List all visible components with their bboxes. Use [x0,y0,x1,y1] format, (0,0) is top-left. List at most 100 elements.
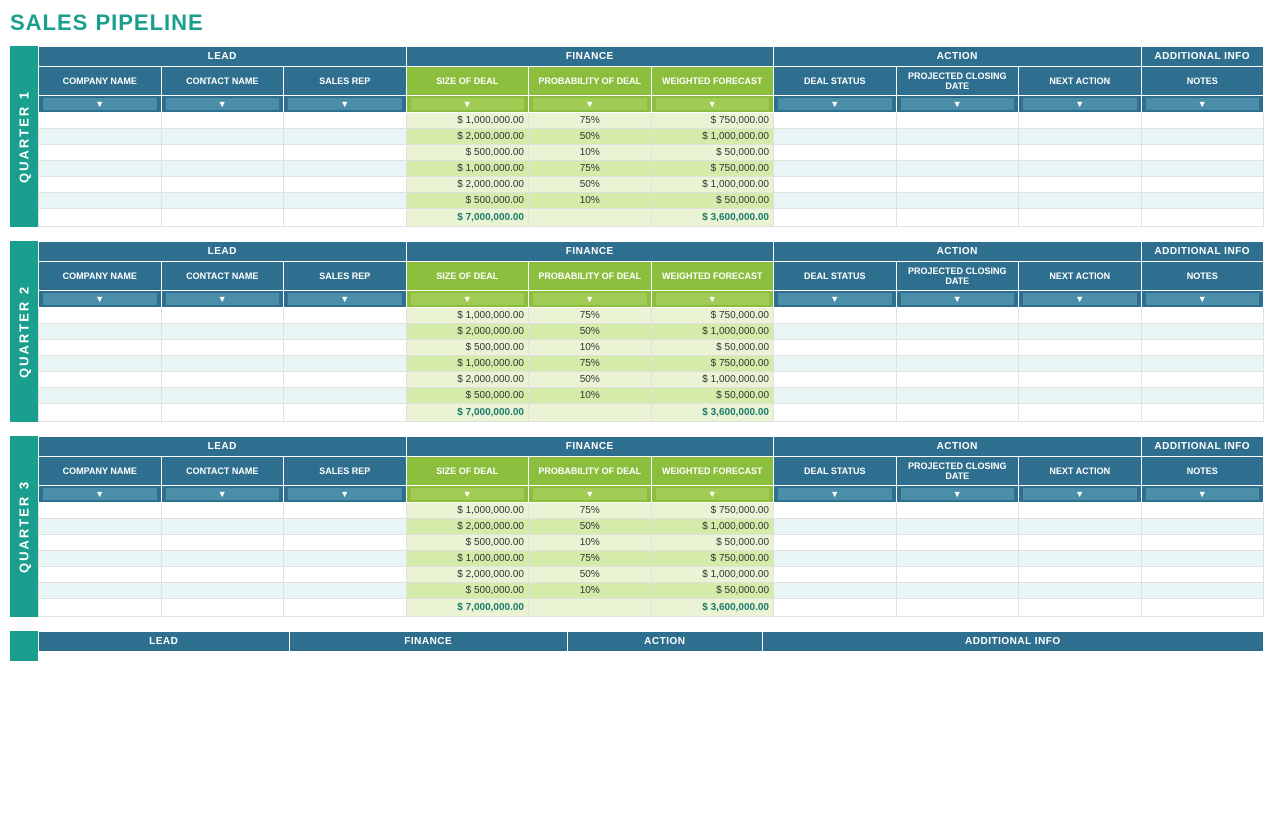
quarter-3-section: QUARTER 3 LEAD FINANCE ACTION ADDITIONAL… [10,436,1264,617]
lead-header-q2: LEAD [39,242,407,262]
dropdown-btn-q2-c6[interactable]: ▼ [778,293,892,305]
company-cell-q3-r0 [39,503,162,519]
dropdown-cell-q1-c0[interactable]: ▼ [39,96,162,113]
dropdown-cell-q1-c3[interactable]: ▼ [406,96,529,113]
dropdown-cell-q3-c5[interactable]: ▼ [651,486,774,503]
dropdown-btn-q1-c0[interactable]: ▼ [43,98,157,110]
dropdown-btn-q3-c4[interactable]: ▼ [533,488,647,500]
dropdown-btn-q2-c4[interactable]: ▼ [533,293,647,305]
dealstatus-cell-q1-r3 [774,161,897,177]
data-row-q3-r0: $ 1,000,000.00 75% $ 750,000.00 [39,503,1264,519]
dropdown-btn-q1-c7[interactable]: ▼ [901,98,1015,110]
salesrep-cell-q3-r5 [284,583,407,599]
dropdown-btn-q1-c6[interactable]: ▼ [778,98,892,110]
dropdown-btn-q2-c1[interactable]: ▼ [166,293,280,305]
dropdown-btn-q2-c7[interactable]: ▼ [901,293,1015,305]
dropdown-cell-q3-c0[interactable]: ▼ [39,486,162,503]
dropdown-btn-q3-c6[interactable]: ▼ [778,488,892,500]
dropdown-btn-q2-c3[interactable]: ▼ [411,293,525,305]
dropdown-cell-q1-c6[interactable]: ▼ [774,96,897,113]
size-cell-q2-r5: $ 500,000.00 [406,388,529,404]
dropdown-cell-q3-c4[interactable]: ▼ [529,486,652,503]
dropdown-cell-q3-c2[interactable]: ▼ [284,486,407,503]
data-row-q3-r4: $ 2,000,000.00 50% $ 1,000,000.00 [39,567,1264,583]
salesrep-cell-q1-r0 [284,113,407,129]
projclose-cell-q1-r1 [896,129,1019,145]
dropdown-btn-q1-c2[interactable]: ▼ [288,98,402,110]
probability-header-q1: PROBABILITY OF DEAL [529,67,652,96]
company-name-header-q1: COMPANY NAME [39,67,162,96]
dropdown-cell-q1-c2[interactable]: ▼ [284,96,407,113]
projclose-cell-q3-r5 [896,583,1019,599]
prob-cell-q3-r2: 10% [529,535,652,551]
dropdown-cell-q2-c1[interactable]: ▼ [161,291,284,308]
dropdown-cell-q1-c9[interactable]: ▼ [1141,96,1264,113]
projclose-cell-q1-r3 [896,161,1019,177]
dropdown-cell-q1-c1[interactable]: ▼ [161,96,284,113]
dropdown-cell-q3-c9[interactable]: ▼ [1141,486,1264,503]
notes-header-q1: NOTES [1141,67,1264,96]
dropdown-cell-q2-c4[interactable]: ▼ [529,291,652,308]
salesrep-cell-q3-r0 [284,503,407,519]
data-row-q2-r0: $ 1,000,000.00 75% $ 750,000.00 [39,308,1264,324]
dropdown-cell-q3-c6[interactable]: ▼ [774,486,897,503]
dropdown-btn-q2-c5[interactable]: ▼ [656,293,770,305]
data-row-q2-r2: $ 500,000.00 10% $ 50,000.00 [39,340,1264,356]
dropdown-btn-q3-c0[interactable]: ▼ [43,488,157,500]
dropdown-btn-q2-c8[interactable]: ▼ [1023,293,1137,305]
dropdown-btn-q3-c8[interactable]: ▼ [1023,488,1137,500]
company-cell-q2-r3 [39,356,162,372]
dropdown-cell-q2-c2[interactable]: ▼ [284,291,407,308]
data-row-q3-r5: $ 500,000.00 10% $ 50,000.00 [39,583,1264,599]
contact-cell-q3-r0 [161,503,284,519]
dropdown-cell-q1-c7[interactable]: ▼ [896,96,1019,113]
dropdown-cell-q2-c7[interactable]: ▼ [896,291,1019,308]
dropdown-cell-q3-c8[interactable]: ▼ [1019,486,1142,503]
dealstatus-cell-q3-r4 [774,567,897,583]
dropdown-btn-q2-c9[interactable]: ▼ [1146,293,1260,305]
contact-cell-q3-r2 [161,535,284,551]
dropdown-btn-q3-c9[interactable]: ▼ [1146,488,1260,500]
dropdown-btn-q3-c1[interactable]: ▼ [166,488,280,500]
dropdown-btn-q1-c5[interactable]: ▼ [656,98,770,110]
notes-header-q3: NOTES [1141,457,1264,486]
wf-cell-q1-r4: $ 1,000,000.00 [651,177,774,193]
nextaction-cell-q1-r2 [1019,145,1142,161]
dropdown-cell-q3-c7[interactable]: ▼ [896,486,1019,503]
weighted-forecast-header-q1: WEIGHTED FORECAST [651,67,774,96]
dropdown-btn-q1-c3[interactable]: ▼ [411,98,525,110]
salesrep-cell-q1-r3 [284,161,407,177]
dropdown-btn-q3-c7[interactable]: ▼ [901,488,1015,500]
dropdown-cell-q1-c5[interactable]: ▼ [651,96,774,113]
company-cell-q2-r2 [39,340,162,356]
weighted-forecast-header-q2: WEIGHTED FORECAST [651,262,774,291]
dropdown-btn-q1-c4[interactable]: ▼ [533,98,647,110]
dropdown-cell-q2-c8[interactable]: ▼ [1019,291,1142,308]
dropdown-cell-q2-c6[interactable]: ▼ [774,291,897,308]
dropdown-btn-q1-c1[interactable]: ▼ [166,98,280,110]
dropdown-cell-q2-c5[interactable]: ▼ [651,291,774,308]
dropdown-cell-q1-c4[interactable]: ▼ [529,96,652,113]
total-wf-q1: $ 3,600,000.00 [651,209,774,227]
dropdown-cell-q2-c0[interactable]: ▼ [39,291,162,308]
total-empty-6-q1 [1019,209,1142,227]
dropdown-btn-q1-c9[interactable]: ▼ [1146,98,1260,110]
dropdown-btn-q1-c8[interactable]: ▼ [1023,98,1137,110]
dropdown-cell-q1-c8[interactable]: ▼ [1019,96,1142,113]
company-cell-q2-r4 [39,372,162,388]
dropdown-btn-q2-c0[interactable]: ▼ [43,293,157,305]
size-cell-q2-r4: $ 2,000,000.00 [406,372,529,388]
wf-cell-q2-r5: $ 50,000.00 [651,388,774,404]
dropdown-cell-q2-c3[interactable]: ▼ [406,291,529,308]
dropdown-btn-q3-c5[interactable]: ▼ [656,488,770,500]
nextaction-cell-q1-r3 [1019,161,1142,177]
dropdown-btn-q2-c2[interactable]: ▼ [288,293,402,305]
dropdown-cell-q2-c9[interactable]: ▼ [1141,291,1264,308]
dropdown-cell-q3-c1[interactable]: ▼ [161,486,284,503]
total-row-q3: $ 7,000,000.00 $ 3,600,000.00 [39,599,1264,617]
dropdown-btn-q3-c3[interactable]: ▼ [411,488,525,500]
dropdown-btn-q3-c2[interactable]: ▼ [288,488,402,500]
dropdown-cell-q3-c3[interactable]: ▼ [406,486,529,503]
notes-cell-q2-r4 [1141,372,1264,388]
total-size-q2: $ 7,000,000.00 [406,404,529,422]
